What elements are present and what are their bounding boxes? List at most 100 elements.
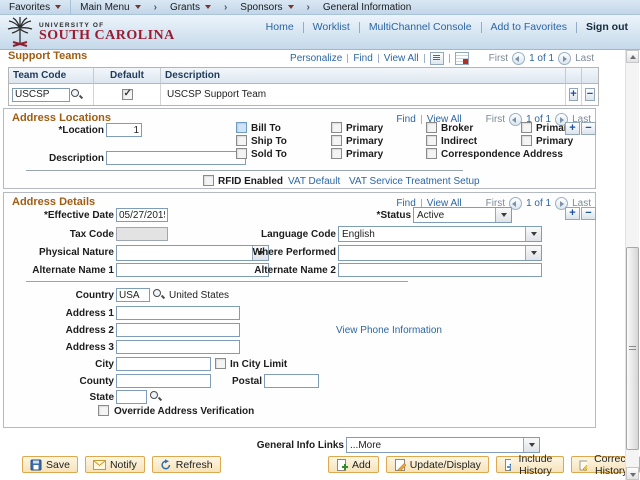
view-phone-information-link[interactable]: View Phone Information: [336, 325, 442, 336]
status-select[interactable]: Active: [413, 207, 512, 223]
favorites-menu[interactable]: Favorites: [0, 0, 70, 15]
county-input[interactable]: [116, 374, 211, 388]
delete-row-button[interactable]: [581, 122, 596, 135]
link-divider: [302, 21, 304, 33]
add-row-button[interactable]: [569, 88, 578, 101]
default-cell: [94, 84, 161, 105]
left-action-buttons: Save Notify Refresh: [22, 456, 221, 473]
main-menu-label: Main Menu: [80, 1, 130, 13]
sign-out-link[interactable]: Sign out: [586, 21, 628, 33]
worklist-link[interactable]: Worklist: [313, 21, 350, 33]
column-header-blank: [582, 68, 598, 84]
city-input[interactable]: [116, 357, 211, 371]
add-to-favorites-link[interactable]: Add to Favorites: [491, 21, 567, 33]
postal-input[interactable]: [264, 374, 319, 388]
toolbar-divider: [448, 54, 450, 63]
scroll-down-icon[interactable]: [626, 467, 639, 480]
support-teams-title: Support Teams: [8, 50, 88, 62]
add-button[interactable]: Add: [328, 456, 379, 473]
main-menu[interactable]: Main Menu: [71, 0, 149, 15]
vat-default-link[interactable]: VAT Default: [288, 176, 340, 187]
general-info-links-select[interactable]: ...More: [346, 437, 540, 453]
indirect-checkbox[interactable]: [426, 135, 437, 146]
effective-date-input[interactable]: [116, 208, 168, 222]
ship-to-label: Ship To: [251, 136, 287, 147]
pager-range: 1 of 1: [529, 53, 555, 64]
description-label: Description: [48, 153, 104, 164]
rfid-enabled-checkbox[interactable]: [203, 175, 214, 186]
physical-nature-label: Physical Nature: [38, 247, 114, 258]
in-city-limit-label: In City Limit: [230, 359, 288, 370]
location-input[interactable]: [106, 123, 142, 137]
alternate-name-2-input[interactable]: [338, 263, 542, 277]
next-row-icon[interactable]: [558, 52, 572, 65]
zoom-grid-icon[interactable]: [429, 52, 444, 65]
include-history-button[interactable]: Include History: [495, 453, 564, 477]
tax-code-input: [116, 227, 168, 241]
override-address-verification-checkbox[interactable]: [98, 405, 109, 416]
multichannel-console-link[interactable]: MultiChannel Console: [369, 21, 472, 33]
delete-row-button[interactable]: [585, 88, 595, 101]
team-code-input[interactable]: [12, 87, 70, 102]
vertical-scrollbar[interactable]: [625, 50, 639, 480]
language-code-select[interactable]: English: [338, 226, 542, 242]
state-label: State: [89, 392, 114, 403]
page-content: Support Teams Personalize Find View All …: [0, 50, 640, 480]
notify-button[interactable]: Notify: [84, 456, 145, 473]
scroll-up-icon[interactable]: [626, 50, 639, 63]
search-icon[interactable]: [70, 88, 83, 101]
bill-to-checkbox[interactable]: [236, 122, 247, 133]
address-details-box: Address Details Find View All First 1 of…: [3, 192, 596, 428]
primary-sold-checkbox[interactable]: [331, 148, 342, 159]
previous-row-icon[interactable]: [512, 52, 526, 65]
primary-ship-checkbox[interactable]: [331, 135, 342, 146]
broker-checkbox[interactable]: [426, 122, 437, 133]
breadcrumb-bar: Favorites Main Menu Grants Sponsors Gene…: [0, 0, 640, 15]
breadcrumb-grants[interactable]: Grants: [161, 0, 220, 15]
support-teams-grid: Team Code Default Description USCSP Supp…: [8, 67, 599, 106]
description-input[interactable]: [106, 151, 246, 165]
primary-indirect-checkbox[interactable]: [521, 135, 532, 146]
correspondence-address-checkbox[interactable]: [426, 148, 437, 159]
link-divider: [358, 21, 360, 33]
home-link[interactable]: Home: [266, 21, 294, 33]
scrollbar-thumb[interactable]: [626, 247, 639, 450]
vat-service-treatment-setup-link[interactable]: VAT Service Treatment Setup: [349, 176, 480, 187]
add-icon: [337, 458, 348, 471]
find-link[interactable]: Find: [396, 114, 415, 125]
default-checkbox[interactable]: [121, 88, 133, 100]
sold-to-checkbox[interactable]: [236, 148, 247, 159]
search-icon[interactable]: [149, 390, 162, 403]
language-code-label: Language Code: [260, 229, 336, 240]
add-row-button[interactable]: [565, 122, 580, 135]
primary-broker-checkbox[interactable]: [521, 122, 532, 133]
primary-bill-checkbox[interactable]: [331, 122, 342, 133]
chevron-down-icon: [287, 5, 294, 9]
delete-row-button[interactable]: [581, 207, 596, 220]
dropdown-arrow-icon: [495, 208, 511, 222]
ship-to-checkbox[interactable]: [236, 135, 247, 146]
alternate-name-1-label: Alternate Name 1: [32, 265, 114, 276]
state-input[interactable]: [116, 390, 147, 404]
find-link[interactable]: Find: [353, 53, 372, 64]
save-button[interactable]: Save: [22, 456, 78, 473]
country-input[interactable]: [116, 288, 150, 302]
view-all-link[interactable]: View All: [384, 53, 419, 64]
in-city-limit-checkbox[interactable]: [215, 358, 226, 369]
add-row-button[interactable]: [565, 207, 580, 220]
link-divider: [576, 21, 577, 33]
add-row-cell: [566, 84, 582, 105]
update-display-button[interactable]: Update/Display: [385, 456, 489, 473]
toolbar-divider: [423, 54, 425, 63]
search-icon[interactable]: [152, 288, 165, 301]
refresh-button[interactable]: Refresh: [151, 456, 221, 473]
address-3-input[interactable]: [116, 340, 240, 354]
peoplesoft-page: Favorites Main Menu Grants Sponsors Gene…: [0, 0, 640, 480]
where-performed-select[interactable]: [338, 245, 542, 261]
personalize-link[interactable]: Personalize: [290, 53, 342, 64]
address-2-input[interactable]: [116, 323, 240, 337]
breadcrumb-sponsors[interactable]: Sponsors: [231, 0, 302, 15]
download-grid-icon[interactable]: [454, 52, 469, 65]
address-1-input[interactable]: [116, 306, 240, 320]
breadcrumb-separator-icon: [220, 2, 231, 13]
